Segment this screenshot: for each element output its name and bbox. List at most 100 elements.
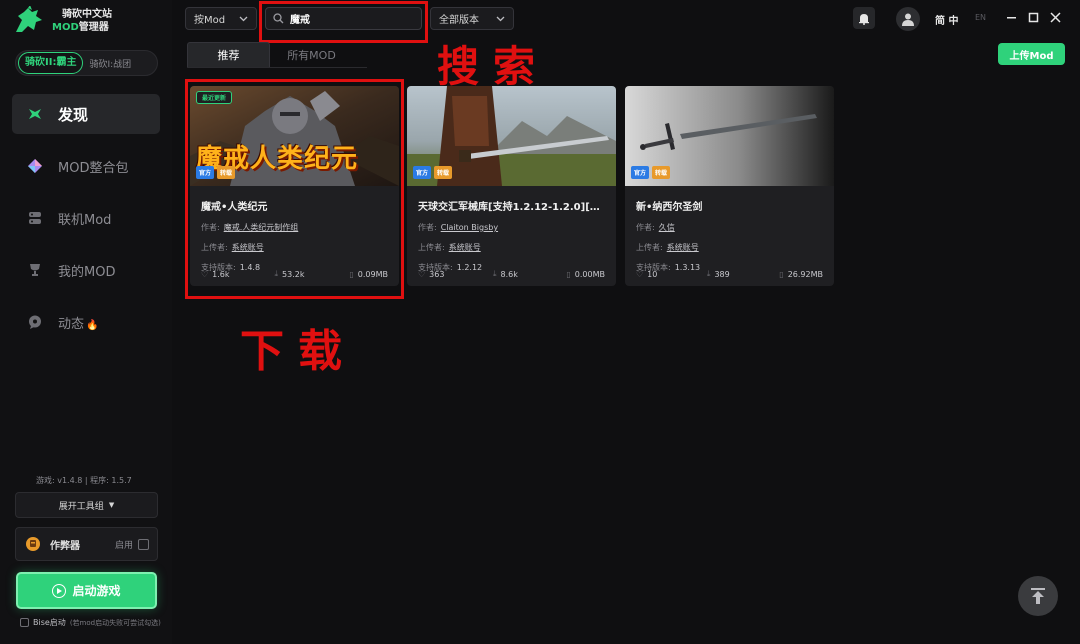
- content-tabs: 推荐 所有MOD: [187, 42, 353, 67]
- author-label: 作者:: [418, 223, 437, 232]
- game-option-bannerlord[interactable]: 骑砍II:霸主: [18, 52, 84, 74]
- sidebar: 骑砍中文站 MOD管理器 骑砍II:霸主 骑砍I:战团 发现 MOD整合包 联机…: [0, 0, 172, 644]
- fire-icon: 🔥: [86, 319, 99, 331]
- cheat-panel: 作弊器 启用: [15, 527, 158, 561]
- heart-icon: ♡: [418, 269, 426, 279]
- search-input[interactable]: [290, 13, 410, 24]
- arrow-up-icon: [1031, 588, 1045, 604]
- size-stat: ▯ 26.92MB: [779, 269, 823, 279]
- size-stat: ▯ 0.00MB: [566, 269, 605, 279]
- likes-count: 10: [647, 269, 658, 279]
- avatar[interactable]: [896, 7, 920, 31]
- feed-label: 动态: [58, 316, 85, 332]
- close-icon: [1049, 11, 1061, 23]
- download-icon: ⤓: [706, 269, 711, 278]
- maximize-button[interactable]: [1026, 10, 1040, 24]
- mod-uploader: 上传者: 系统账号: [418, 242, 605, 253]
- expand-tools-label: 展开工具组: [58, 501, 104, 512]
- mod-thumbnail: 官方 转载: [407, 86, 616, 186]
- tab-all-mods[interactable]: 所有MOD: [270, 42, 353, 67]
- expand-tools-button[interactable]: 展开工具组 ▼: [15, 492, 158, 518]
- cheat-enable-checkbox[interactable]: [138, 538, 149, 550]
- heart-icon: ♡: [636, 269, 644, 279]
- knight-horse-icon: [16, 6, 42, 32]
- sidebar-item-discover[interactable]: 发现: [12, 94, 160, 134]
- sidebar-item-multiplayer[interactable]: 联机Mod: [12, 198, 160, 238]
- search-box[interactable]: [265, 7, 422, 30]
- mod-stats: ♡ 10 ⤓ 389 ▯ 26.92MB: [636, 269, 823, 279]
- sidebar-item-modpacks[interactable]: MOD整合包: [12, 146, 160, 186]
- sidebar-item-label: 发现: [58, 105, 89, 124]
- language-zh[interactable]: 简 中: [935, 12, 958, 27]
- language-en[interactable]: EN: [975, 13, 986, 22]
- author-link[interactable]: Claiton Bigsby: [441, 223, 498, 232]
- uploader-label: 上传者:: [418, 243, 445, 252]
- chat-icon: [26, 313, 44, 331]
- likes-count: 363: [429, 269, 445, 279]
- sidebar-item-label: 我的MOD: [58, 264, 116, 280]
- caret-down-icon: ▼: [108, 501, 115, 509]
- cheat-enable-label: 启用: [114, 540, 133, 551]
- knight-icon: [26, 537, 40, 551]
- notification-button[interactable]: [853, 7, 875, 29]
- game-switch[interactable]: 骑砍II:霸主 骑砍I:战团: [15, 50, 158, 76]
- file-size: 0.00MB: [574, 269, 605, 279]
- official-badge: 官方: [413, 166, 432, 179]
- close-button[interactable]: [1048, 10, 1062, 24]
- downloads-stat: ⤓ 389: [707, 269, 730, 279]
- sort-select[interactable]: 按Mod: [185, 7, 257, 30]
- diamond-icon: [26, 157, 44, 175]
- mod-badges: 官方 转载: [413, 166, 453, 179]
- file-icon: ▯: [779, 269, 784, 279]
- game-option-warband[interactable]: 骑砍I:战团: [89, 57, 131, 70]
- version-select[interactable]: 全部版本: [430, 7, 514, 30]
- scroll-to-top-button[interactable]: [1018, 576, 1058, 616]
- uploader-link[interactable]: 系统账号: [667, 243, 699, 252]
- logo-mod: MOD: [52, 22, 79, 33]
- mod-author: 作者: 久信: [636, 222, 823, 233]
- game-version: 游戏: v1.4.8: [36, 476, 83, 485]
- annotation-search: 搜索: [437, 42, 550, 91]
- tab-recommended[interactable]: 推荐: [187, 42, 270, 67]
- compass-icon: [26, 105, 44, 123]
- search-icon: [273, 13, 284, 24]
- sidebar-item-feed[interactable]: 动态 🔥: [12, 302, 160, 342]
- uploader-label: 上传者:: [636, 243, 663, 252]
- minimize-button[interactable]: [1004, 10, 1018, 24]
- bise-label: Bise启动: [33, 618, 66, 627]
- author-label: 作者:: [636, 223, 655, 232]
- sort-select-value: 按Mod: [194, 15, 226, 26]
- sidebar-nav: 发现 MOD整合包 联机Mod 我的MOD 动态 🔥: [12, 94, 160, 354]
- play-icon: [52, 583, 67, 598]
- likes-stat: ♡ 363: [418, 269, 444, 279]
- version-select-value: 全部版本: [439, 15, 479, 26]
- mod-title[interactable]: 天球交汇军械库[支持1.2.12-1.2.0][汉化...: [418, 198, 605, 213]
- mod-stats: ♡ 363 ⤓ 8.6k ▯ 0.00MB: [418, 269, 605, 279]
- network-icon: [26, 209, 44, 227]
- tab-underline: [187, 67, 367, 68]
- mod-uploader: 上传者: 系统账号: [636, 242, 823, 253]
- mod-author: 作者: Claiton Bigsby: [418, 222, 605, 233]
- program-version: 程序: 1.5.7: [90, 476, 132, 485]
- launch-game-button[interactable]: 启动游戏: [16, 572, 157, 609]
- mod-card[interactable]: 官方 转载 天球交汇军械库[支持1.2.12-1.2.0][汉化... 作者: C…: [407, 86, 616, 286]
- download-highlight: [185, 79, 404, 299]
- mod-thumbnail: 官方 转载: [625, 86, 834, 186]
- mod-card[interactable]: 官方 转载 新•纳西尔圣剑 作者: 久信 上传者: 系统账号 支持版本: 1.3.13…: [625, 86, 834, 286]
- logo-subtitle: 管理器: [78, 22, 109, 33]
- user-icon: [902, 13, 914, 26]
- sidebar-item-label: 联机Mod: [58, 212, 112, 228]
- bise-checkbox[interactable]: [20, 618, 29, 627]
- cheat-label: 作弊器: [50, 540, 80, 552]
- mod-title[interactable]: 新•纳西尔圣剑: [636, 198, 823, 213]
- author-link[interactable]: 久信: [659, 223, 675, 232]
- launch-game-label: 启动游戏: [72, 584, 121, 598]
- bise-hint: (若mod启动失败可尝试勾选): [69, 618, 161, 627]
- annotation-download: 下载: [240, 326, 356, 377]
- version-info: 游戏: v1.4.8 | 程序: 1.5.7: [36, 475, 132, 486]
- uploader-link[interactable]: 系统账号: [449, 243, 481, 252]
- downloads-count: 389: [714, 269, 730, 279]
- likes-stat: ♡ 10: [636, 269, 657, 279]
- sidebar-item-my-mod[interactable]: 我的MOD: [12, 250, 160, 290]
- upload-mod-button[interactable]: 上传Mod: [998, 43, 1065, 65]
